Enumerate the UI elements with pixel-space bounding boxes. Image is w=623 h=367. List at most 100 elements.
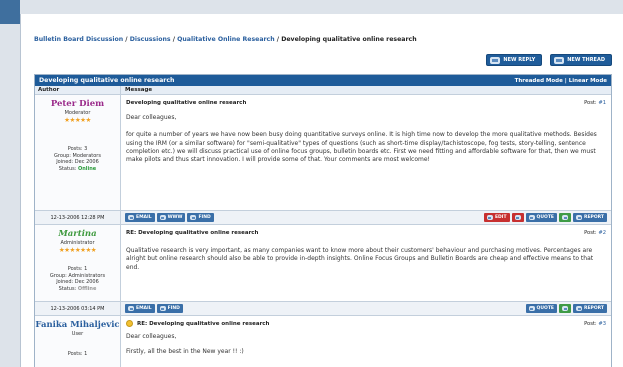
post-body: Firstly, all the best in the New year !!… [126, 348, 244, 356]
report-button[interactable]: REPORT [573, 213, 607, 222]
moderation-buttons: QUOTE REPORT [525, 304, 607, 313]
post-body: Qualitative research is very important, … [126, 247, 594, 271]
author-stats: Posts: 3 Group: Moderators Joined: Dec 2… [35, 146, 120, 172]
post-1: Peter Diem Moderator ★★★★★ Posts: 3 Grou… [35, 95, 611, 211]
post-subject: RE: Developing qualitative online resear… [126, 230, 606, 236]
email-button[interactable]: EMAIL [125, 213, 155, 222]
quote-icon [528, 215, 535, 220]
post-number: Post: #2 [584, 230, 606, 236]
report-button[interactable]: REPORT [573, 304, 607, 313]
post-greeting: Dear colleagues, [126, 114, 177, 122]
rank-stars-icon: ★★★★★ [64, 116, 91, 124]
email-icon [128, 215, 134, 220]
breadcrumb: Bulletin Board Discussion / Discussions … [34, 36, 612, 48]
reply-button[interactable] [559, 304, 571, 313]
post-link[interactable]: #2 [598, 230, 606, 236]
post-2: Martina Administrator ★★★★★★★ Posts: 1 G… [35, 225, 611, 302]
reply-icon [490, 56, 501, 64]
breadcrumb-separator: / [172, 36, 175, 43]
edit-button[interactable]: EDIT [483, 213, 510, 222]
post-date: 12-13-2006 03:14 PM [35, 302, 121, 315]
author-panel: Fanika Mihaljevic User Posts: 1 [35, 316, 121, 367]
thread-title: Developing qualitative online research [39, 77, 175, 84]
post-2-footer: 12-13-2006 03:14 PM EMAIL FIND QUOTE REP… [35, 302, 611, 316]
report-icon [576, 215, 582, 220]
new-reply-label: NEW REPLY [503, 57, 536, 63]
linear-mode-link[interactable]: Linear Mode [569, 78, 607, 84]
email-button[interactable]: EMAIL [125, 304, 155, 313]
edit-icon [486, 215, 493, 220]
rank-stars-icon: ★★★★★★★ [58, 246, 97, 254]
new-thread-button[interactable]: NEW THREAD [550, 54, 612, 66]
author-status: Status: Offline [58, 285, 97, 292]
post-1-footer: 12-13-2006 12:28 PM EMAIL WWW FIND EDIT … [35, 211, 611, 225]
status-badge: Online [78, 165, 97, 172]
breadcrumb-separator: / [276, 36, 280, 43]
post-greeting: Dear colleagues, [126, 333, 177, 341]
quote-icon [528, 306, 535, 311]
view-modes: Threaded Mode | Linear Mode [515, 78, 607, 84]
post-buttons: EMAIL WWW FIND EDIT QUOTE REPORT [121, 211, 611, 224]
reply-icon [562, 215, 568, 220]
report-icon [576, 306, 582, 311]
quote-button[interactable]: QUOTE [525, 304, 557, 313]
new-thread-icon [554, 56, 565, 64]
post-body: for quite a number of years we have now … [126, 131, 597, 164]
new-thread-label: NEW THREAD [567, 57, 605, 63]
breadcrumb-link-board[interactable]: Bulletin Board Discussion [34, 36, 123, 43]
breadcrumb-link-discussions[interactable]: Discussions [130, 36, 171, 43]
breadcrumb-separator: / [125, 36, 128, 43]
new-reply-button[interactable]: NEW REPLY [486, 54, 543, 66]
quote-button[interactable]: QUOTE [525, 213, 557, 222]
author-name[interactable]: Fanika Mihaljevic [35, 320, 120, 330]
post-link[interactable]: #3 [598, 321, 606, 327]
breadcrumb-link-qualitative[interactable]: Qualitative Online Research [177, 36, 274, 43]
author-name[interactable]: Peter Diem [35, 99, 120, 109]
post-message: RE: Developing qualitative online resear… [121, 225, 611, 301]
post-buttons: EMAIL FIND QUOTE REPORT [121, 302, 611, 315]
author-role: User [71, 331, 84, 337]
delete-button[interactable] [511, 213, 524, 222]
contact-buttons: EMAIL WWW FIND [125, 213, 214, 222]
post-subject: RE: Developing qualitative online resear… [126, 320, 606, 328]
message-column-header: Message [125, 87, 153, 93]
find-button[interactable]: FIND [187, 213, 214, 222]
delete-icon [514, 215, 521, 220]
search-icon [190, 215, 197, 220]
contact-buttons: EMAIL FIND [125, 304, 183, 313]
globe-icon [159, 215, 166, 220]
moderation-buttons: EDIT QUOTE REPORT [483, 213, 607, 222]
post-message: RE: Developing qualitative online resear… [121, 316, 611, 367]
author-column-header: Author [35, 86, 121, 94]
thread-table: Developing qualitative online research T… [34, 74, 612, 367]
smiley-icon [126, 320, 133, 327]
thread-actions: NEW REPLY NEW THREAD [34, 54, 612, 70]
www-button[interactable]: WWW [156, 213, 186, 222]
column-headers: Author Message [35, 86, 611, 95]
post-date: 12-13-2006 12:28 PM [35, 211, 121, 224]
thread-header: Developing qualitative online research T… [35, 75, 611, 86]
reply-button[interactable] [559, 213, 571, 222]
post-3: Fanika Mihaljevic User Posts: 1 RE: Deve… [35, 316, 611, 367]
mode-separator: | [564, 77, 567, 84]
reply-icon [562, 306, 568, 311]
find-button[interactable]: FIND [156, 304, 183, 313]
email-icon [128, 306, 134, 311]
forum-frame: Bulletin Board Discussion / Discussions … [20, 14, 623, 367]
post-number: Post: #1 [584, 100, 606, 106]
author-stats: Posts: 1 [35, 351, 120, 358]
author-name[interactable]: Martina [35, 229, 120, 239]
breadcrumb-current: Developing qualitative online research [281, 36, 417, 43]
post-link[interactable]: #1 [598, 100, 606, 106]
author-panel: Peter Diem Moderator ★★★★★ Posts: 3 Grou… [35, 95, 121, 210]
author-posts: Posts: 1 [67, 351, 88, 357]
author-status: Status: Online [58, 165, 97, 172]
status-badge: Offline [77, 285, 97, 292]
post-subject: Developing qualitative online research P… [126, 100, 606, 106]
author-panel: Martina Administrator ★★★★★★★ Posts: 1 G… [35, 225, 121, 301]
forum-content: Bulletin Board Discussion / Discussions … [34, 36, 612, 367]
post-message: Developing qualitative online research P… [121, 95, 611, 210]
threaded-mode-link[interactable]: Threaded Mode [515, 78, 563, 84]
corner-block [0, 0, 20, 24]
author-stats: Posts: 1 Group: Administrators Joined: D… [35, 266, 120, 292]
